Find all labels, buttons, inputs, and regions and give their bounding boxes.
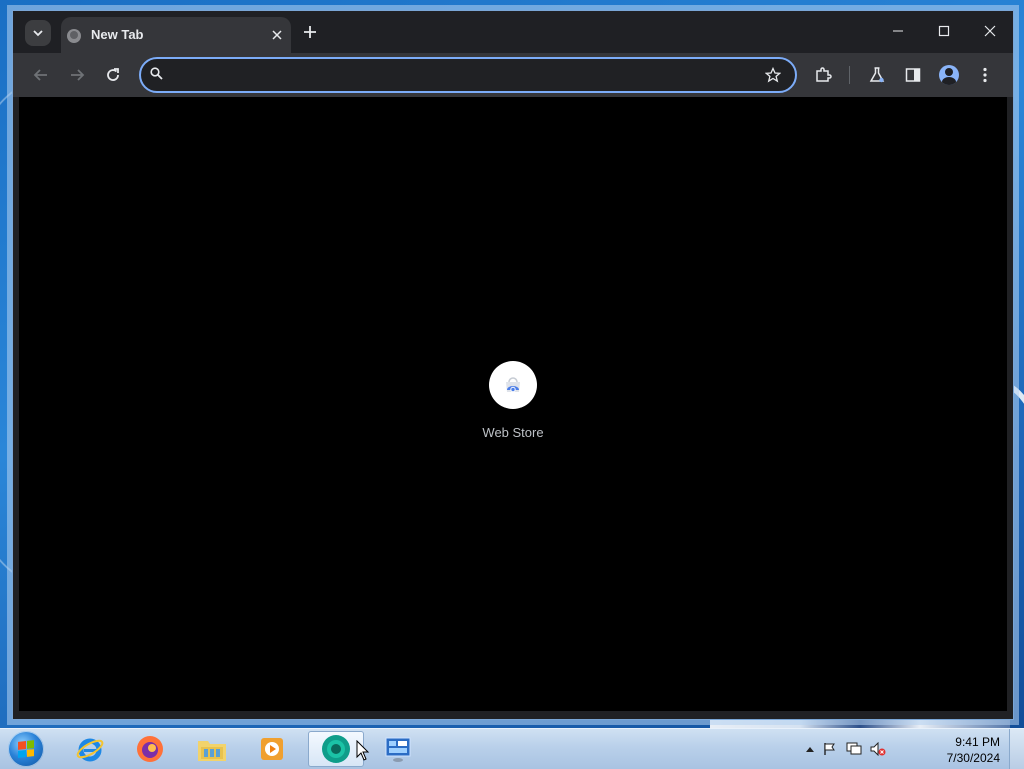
taskbar-clock[interactable]: 9:41 PM 7/30/2024 <box>930 734 1000 766</box>
side-panel-button[interactable] <box>899 61 927 89</box>
shortcut-tile <box>489 361 537 409</box>
show-desktop-button[interactable] <box>1009 729 1024 769</box>
address-bar[interactable] <box>139 57 797 93</box>
tab-strip: New Tab <box>13 11 1013 53</box>
forward-button[interactable] <box>63 61 91 89</box>
clock-time: 9:41 PM <box>955 735 1000 749</box>
arrow-right-icon <box>71 69 85 81</box>
chrome-icon <box>322 735 350 763</box>
taskbar-firefox[interactable] <box>122 731 178 767</box>
shortcut-label: Web Store <box>482 425 544 440</box>
taskbar-file-explorer[interactable] <box>184 731 240 767</box>
close-window-button[interactable] <box>967 11 1013 51</box>
flag-icon <box>824 743 835 755</box>
labs-button[interactable] <box>863 61 891 89</box>
start-button[interactable] <box>8 731 44 767</box>
minimize-icon <box>893 30 903 32</box>
web-store-icon <box>506 377 520 393</box>
minimize-button[interactable] <box>875 11 921 51</box>
globe-icon <box>67 29 81 43</box>
back-button[interactable] <box>27 61 55 89</box>
windows-logo-icon <box>18 740 34 758</box>
close-icon <box>984 25 996 37</box>
action-center-button[interactable] <box>822 741 838 757</box>
reload-button[interactable] <box>99 61 127 89</box>
tab-close-button[interactable] <box>267 25 287 45</box>
puzzle-icon <box>816 67 832 82</box>
kebab-menu-icon <box>983 67 987 83</box>
avatar-icon <box>939 65 959 85</box>
internet-explorer-icon <box>76 738 104 762</box>
address-input[interactable] <box>175 65 739 87</box>
taskbar-internet-explorer[interactable] <box>62 731 118 767</box>
folder-icon <box>198 741 226 761</box>
chevron-down-icon <box>33 30 43 37</box>
chrome-window: New Tab Web Store <box>12 10 1014 720</box>
menu-button[interactable] <box>971 61 999 89</box>
close-icon <box>272 30 282 40</box>
chevron-up-icon <box>806 747 814 752</box>
taskbar-media-player[interactable] <box>244 731 300 767</box>
show-hidden-icons-button[interactable] <box>802 741 818 757</box>
window-controls <box>875 11 1013 53</box>
media-player-icon <box>261 738 283 760</box>
speaker-muted-icon <box>870 742 886 756</box>
network-icon <box>846 742 862 755</box>
star-icon <box>765 67 781 83</box>
volume-button[interactable] <box>870 741 886 757</box>
bookmark-star-button[interactable] <box>763 65 783 85</box>
plus-icon <box>304 26 316 38</box>
clock-date: 7/30/2024 <box>946 751 1000 765</box>
search-icon <box>150 67 163 85</box>
mouse-cursor-icon <box>356 740 370 761</box>
profile-button[interactable] <box>935 61 963 89</box>
taskbar-control-panel[interactable] <box>370 731 426 767</box>
shortcut-web-store[interactable]: Web Store <box>473 361 553 440</box>
toolbar-divider <box>849 66 850 84</box>
maximize-icon <box>938 25 950 37</box>
tab-search-button[interactable] <box>25 20 51 46</box>
tab-new-tab[interactable]: New Tab <box>61 17 291 53</box>
maximize-button[interactable] <box>921 11 967 51</box>
firefox-icon <box>137 736 163 762</box>
reload-icon <box>107 68 119 81</box>
flask-icon <box>869 67 885 83</box>
new-tab-button[interactable] <box>299 21 321 43</box>
browser-toolbar <box>13 53 1013 97</box>
tab-title: New Tab <box>91 27 144 42</box>
side-panel-icon <box>905 68 921 82</box>
taskbar: 9:41 PM 7/30/2024 <box>0 728 1024 769</box>
network-button[interactable] <box>846 741 862 757</box>
new-tab-page: Web Store <box>19 97 1007 711</box>
control-panel-icon <box>385 737 411 762</box>
arrow-left-icon <box>33 69 47 81</box>
extensions-button[interactable] <box>809 61 837 89</box>
